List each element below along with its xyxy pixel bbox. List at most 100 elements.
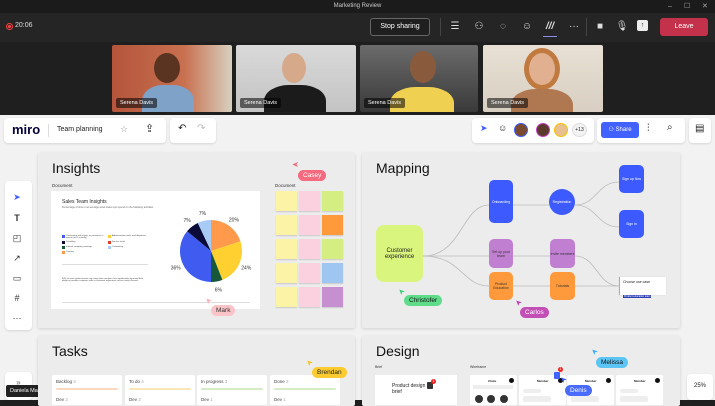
doc-title: Sales Team Insights: [62, 199, 107, 205]
close-button[interactable]: ✕: [702, 0, 708, 13]
column-count: 3: [224, 379, 228, 384]
leave-button[interactable]: Leave: [660, 18, 708, 36]
connector-tool-icon[interactable]: ↗: [11, 252, 23, 264]
video-tile[interactable]: Serena Davis: [360, 45, 478, 112]
node-tutorials[interactable]: Tutorials: [550, 272, 575, 300]
node-customer-experience[interactable]: Customer experience: [376, 225, 423, 282]
sticky-note[interactable]: [276, 263, 297, 283]
export-icon[interactable]: ⇪: [145, 122, 154, 135]
legend-item: Travelling: [62, 241, 104, 244]
wireframe-screen[interactable]: Member: [616, 375, 663, 405]
select-tool-icon[interactable]: ➤: [11, 191, 23, 203]
sticky-note[interactable]: [299, 287, 320, 307]
sticky-note[interactable]: [322, 215, 343, 235]
chat-icon[interactable]: ◌: [496, 20, 510, 34]
sticky-note[interactable]: [299, 263, 320, 283]
task-column[interactable]: Done 3 Dev 1: [270, 375, 340, 405]
node-product-education[interactable]: Product Education: [489, 272, 513, 300]
share-button[interactable]: ⚇ Share: [601, 122, 639, 138]
legend-item: Commuting: [108, 246, 150, 249]
node-onboarding[interactable]: Onboarding: [489, 180, 513, 223]
task-column[interactable]: In progress 3 Dev 1: [197, 375, 267, 405]
wireframe-header: Member: [537, 379, 549, 383]
comment-badge: 1: [431, 379, 436, 384]
sticky-note[interactable]: [322, 287, 343, 307]
people-icon[interactable]: ⚇: [472, 20, 486, 34]
more-tools-icon[interactable]: ···: [11, 312, 23, 324]
settings-sliders-icon[interactable]: ⫶: [647, 123, 650, 134]
maximize-button[interactable]: ☐: [684, 0, 690, 13]
doc-label: Document: [52, 183, 73, 188]
sticky-note[interactable]: [276, 215, 297, 235]
list-icon[interactable]: ☰: [448, 20, 462, 34]
cursor-follow-icon[interactable]: ➤: [480, 123, 488, 134]
sticky-note[interactable]: [299, 239, 320, 259]
insights-document[interactable]: Sales Team Insights Percentage of time i…: [51, 191, 260, 309]
cursor-label-brendan: Brendan: [312, 367, 347, 378]
miro-app-icon[interactable]: ///: [543, 20, 557, 34]
sticky-note[interactable]: [276, 287, 297, 307]
frame-title: Insights: [52, 160, 101, 176]
sticky-note[interactable]: [299, 215, 320, 235]
undo-icon[interactable]: ↶: [178, 123, 186, 134]
more-collaborators-badge[interactable]: +13: [572, 123, 587, 137]
zoom-level[interactable]: 25%: [687, 374, 713, 400]
task-column[interactable]: To do 4 Dev 3: [125, 375, 195, 405]
redo-icon[interactable]: ↷: [197, 123, 205, 134]
sticky-note[interactable]: [299, 191, 320, 211]
share-tray-icon[interactable]: ↑: [637, 20, 648, 31]
comment-tool-icon[interactable]: ▭: [11, 272, 23, 284]
mic-icon[interactable]: 🎙: [615, 20, 629, 34]
brief-label: Brief: [375, 365, 383, 369]
video-tile[interactable]: Serena Davis: [112, 45, 232, 112]
board-name[interactable]: Team planning: [57, 126, 103, 133]
sticky-note[interactable]: [276, 239, 297, 259]
node-set-up-team[interactable]: Set up your team: [489, 239, 513, 268]
column-name: Backlog: [56, 379, 73, 384]
brief-card[interactable]: Product design brief 1: [375, 375, 457, 405]
sticky-note-tool-icon[interactable]: ◰: [11, 232, 23, 244]
node-registration[interactable]: Registration: [549, 189, 575, 215]
pie-data-label: 7%: [199, 211, 207, 217]
column-count: 3: [286, 379, 289, 384]
legend-item: Training: [62, 251, 104, 254]
sticky-note[interactable]: [322, 191, 343, 211]
node-sign-in[interactable]: Sign in: [619, 210, 644, 238]
video-tile[interactable]: Serena Davis: [483, 45, 603, 112]
star-icon[interactable]: ☆: [120, 124, 128, 135]
minimize-button[interactable]: –: [668, 0, 672, 13]
more-icon[interactable]: ···: [567, 20, 581, 34]
column-count: 4: [141, 379, 144, 384]
node-sign-up-flow[interactable]: Sign up flow: [619, 165, 644, 193]
sticky-note[interactable]: [322, 239, 343, 259]
notes-icon[interactable]: ▤: [695, 123, 704, 134]
avatar-placeholder: [606, 378, 611, 383]
task-column[interactable]: Backlog 3 Dev 3: [52, 375, 122, 405]
sticky-note[interactable]: [322, 263, 343, 283]
sticky-note[interactable]: [276, 191, 297, 211]
choose-use-case-card[interactable]: Choose use case Product education team: [619, 277, 666, 298]
pie-data-label: 24%: [241, 266, 252, 272]
node-invite-members[interactable]: Invite members: [550, 239, 575, 268]
camera-icon[interactable]: ■: [593, 20, 607, 34]
card-label: Choose use case: [623, 280, 651, 284]
use-case-select[interactable]: Product education team: [623, 295, 652, 298]
frame-tool-icon[interactable]: #: [11, 292, 23, 304]
avatar[interactable]: [536, 123, 550, 137]
react-icon[interactable]: ☺: [520, 20, 534, 34]
frame-title: Design: [376, 343, 420, 359]
avatar[interactable]: [554, 123, 568, 137]
miro-logo[interactable]: miro: [12, 122, 40, 137]
wireframe-screen[interactable]: Chats: [470, 375, 517, 405]
wireframe-header: Member: [634, 379, 646, 383]
search-icon[interactable]: ⌕: [667, 122, 673, 133]
history-panel: [170, 118, 216, 143]
text-tool-icon[interactable]: T: [11, 212, 23, 224]
stop-sharing-button[interactable]: Stop sharing: [370, 18, 430, 36]
wireframe-label: Wireframe: [470, 365, 487, 369]
reaction-icon[interactable]: ☺: [498, 123, 507, 133]
video-tile[interactable]: Serena Davis: [236, 45, 356, 112]
avatar[interactable]: [514, 123, 528, 137]
avatar-placeholder: [487, 395, 495, 403]
cursor-icon: ➤: [292, 160, 299, 169]
